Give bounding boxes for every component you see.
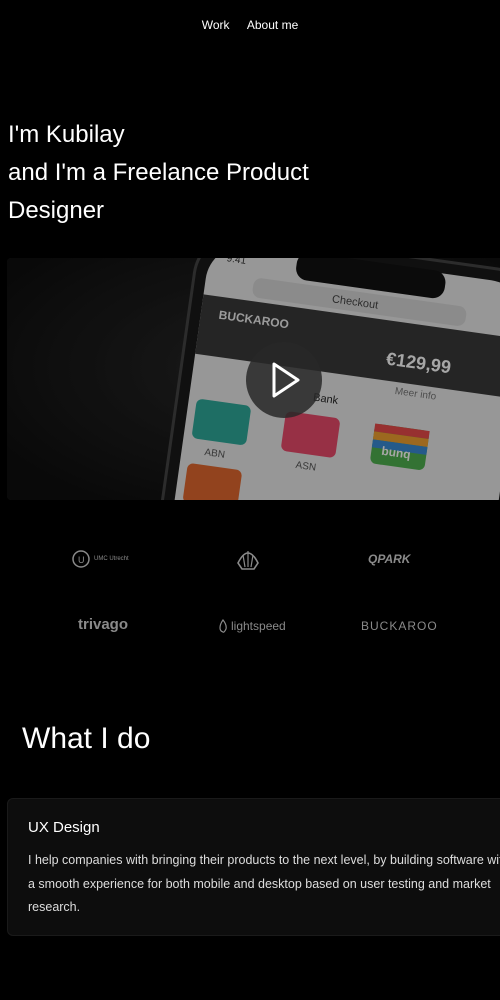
nav-work-link[interactable]: Work (202, 18, 230, 32)
play-button[interactable] (246, 342, 322, 418)
play-icon (272, 362, 300, 398)
logo-buckaroo: BUCKAROO (361, 619, 438, 633)
logo-umc-utrecht: U UMC Utrecht (72, 550, 129, 568)
svg-text:U: U (78, 555, 85, 565)
card-text-line-2: a smooth experience for both mobile and … (28, 876, 491, 891)
card-text-line-3: research. (28, 900, 81, 914)
shell-logo-icon (237, 551, 259, 570)
top-nav: Work About me (0, 18, 500, 32)
logo-trivago: trivago (78, 616, 129, 633)
card-title: UX Design (28, 819, 100, 836)
lightspeed-flame-icon (219, 619, 227, 633)
hero-line-1: I'm Kubilay (8, 121, 125, 148)
card-description: I help companies with bringing their pro… (28, 849, 500, 920)
hero-line-3: Designer (8, 197, 105, 224)
hero-heading: I'm Kubilay and I'm a Freelance Product … (8, 116, 309, 230)
nav-about-link[interactable]: About me (247, 18, 298, 32)
logo-shell (236, 549, 260, 574)
logo-qpark: QPARK (368, 552, 411, 566)
section-title: What I do (22, 722, 151, 755)
umc-seal-icon: U (72, 550, 90, 568)
client-logos: U UMC Utrecht QPARK trivago lightspeed B… (0, 540, 500, 650)
logo-lightspeed: lightspeed (218, 619, 286, 633)
service-card: UX Design I help companies with bringing… (7, 798, 500, 936)
hero-line-2: and I'm a Freelance Product (8, 159, 309, 186)
card-text-line-1: I help companies with bringing their pro… (28, 853, 500, 867)
